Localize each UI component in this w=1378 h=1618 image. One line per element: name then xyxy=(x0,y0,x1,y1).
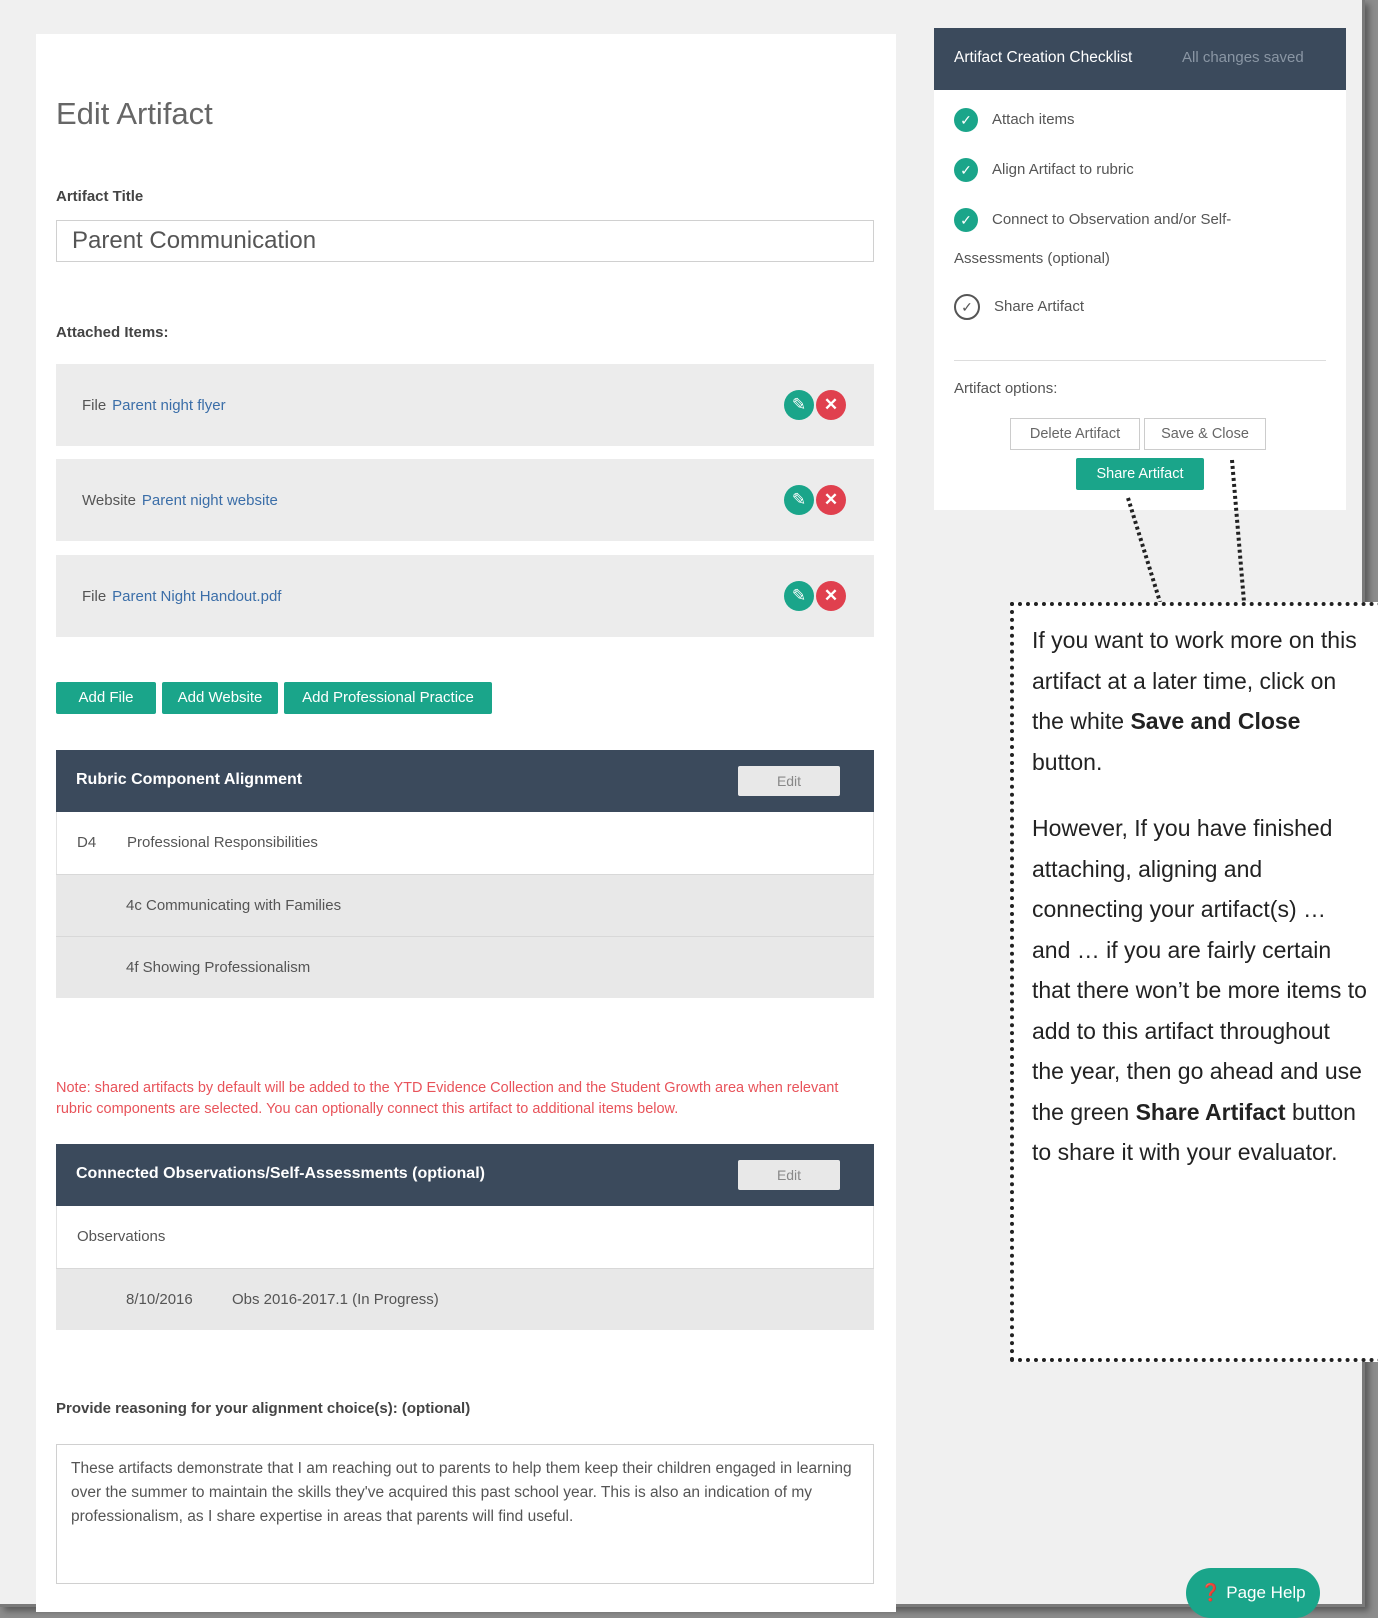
add-website-button[interactable]: Add Website xyxy=(162,682,278,714)
observation-date: 8/10/2016 xyxy=(126,1291,193,1308)
instruction-callout: If you want to work more on this artifac… xyxy=(1010,602,1378,1362)
question-icon: ❓ xyxy=(1200,1583,1222,1602)
domain-name: Professional Responsibilities xyxy=(127,834,318,851)
add-file-button[interactable]: Add File xyxy=(56,682,156,714)
app-window: Edit Artifact Artifact Title Parent Comm… xyxy=(0,0,1378,1618)
rubric-alignment-header: Rubric Component Alignment Edit xyxy=(56,750,874,812)
page-help-button[interactable]: ❓ Page Help xyxy=(1186,1568,1320,1618)
connected-observations-header: Connected Observations/Self-Assessments … xyxy=(56,1144,874,1206)
callout-connectors xyxy=(1126,459,1246,603)
observations-section-row: Observations xyxy=(56,1206,874,1268)
connected-observations-title: Connected Observations/Self-Assessments … xyxy=(76,1165,485,1182)
component-label: 4c Communicating with Families xyxy=(126,897,342,914)
add-professional-practice-button[interactable]: Add Professional Practice xyxy=(284,682,492,714)
reasoning-label: Provide reasoning for your alignment cho… xyxy=(56,1400,471,1417)
rubric-alignment-title: Rubric Component Alignment xyxy=(76,771,303,788)
component-label: 4f Showing Professionalism xyxy=(126,959,311,976)
rubric-component-row: 4c Communicating with Families xyxy=(56,874,874,936)
observation-row: 8/10/2016 Obs 2016-2017.1 (In Progress) xyxy=(56,1268,874,1330)
rubric-edit-button[interactable]: Edit xyxy=(738,766,840,796)
observations-label: Observations xyxy=(77,1228,166,1245)
observation-name[interactable]: Obs 2016-2017.1 (In Progress) xyxy=(232,1269,439,1331)
shared-artifacts-note: Note: shared artifacts by default will b… xyxy=(56,1080,839,1117)
reasoning-textarea[interactable]: These artifacts demonstrate that I am re… xyxy=(56,1444,874,1584)
rubric-component-row: 4f Showing Professionalism xyxy=(56,936,874,998)
domain-code: D4 xyxy=(77,834,97,851)
connected-edit-button[interactable]: Edit xyxy=(738,1160,840,1190)
rubric-domain-row: D4 Professional Responsibilities xyxy=(56,812,874,874)
